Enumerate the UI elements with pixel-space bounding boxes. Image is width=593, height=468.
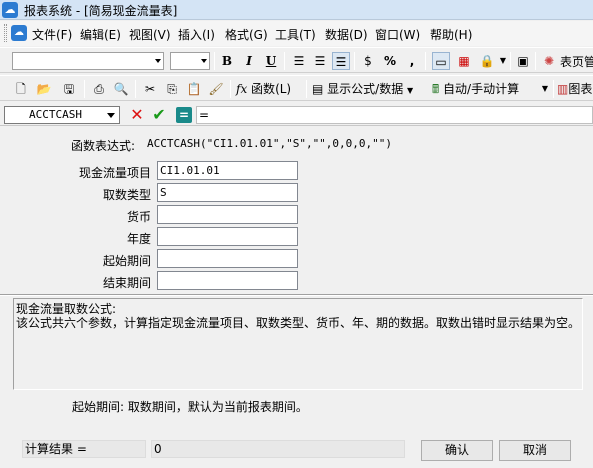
preview-icon[interactable]: ▣ (514, 52, 532, 70)
fill-color-icon[interactable]: ▦ (455, 52, 473, 70)
end-period-field[interactable] (157, 271, 298, 290)
page-icon[interactable]: ✺ (540, 52, 558, 70)
start-period-field[interactable] (157, 249, 298, 268)
cell-reference-value: ACCTCASH (29, 108, 82, 121)
year-field[interactable] (157, 227, 298, 246)
align-left-icon[interactable]: ☰ (290, 52, 308, 70)
function-shortcut: (L) (275, 82, 292, 96)
menu-view[interactable]: 视图(V) (129, 26, 171, 43)
menu-format[interactable]: 格式(G) (225, 26, 268, 43)
calculator-icon: 🖩 (432, 82, 440, 96)
cancel-x-icon[interactable]: ✕ (128, 106, 146, 124)
print-preview-icon[interactable]: 🔍 (112, 80, 130, 98)
result-value: 0 (151, 440, 405, 458)
fx-icon: fx (236, 82, 248, 96)
menu-insert[interactable]: 插入(I) (178, 26, 215, 43)
cut-icon[interactable]: ✂ (141, 80, 159, 98)
align-right-icon[interactable]: ☰ (332, 52, 350, 70)
open-folder-icon[interactable]: 📂 (35, 80, 53, 98)
copy-icon[interactable]: ⎘ (163, 80, 181, 98)
format-toolbar: B I U ☰ ☰ ☰ $ % , ▭ ▦ 🔒 ▼ ▣ ✺ 表页管 (0, 47, 593, 73)
currency-label: 货币 (126, 210, 151, 224)
ok-button[interactable]: 确认 (421, 440, 493, 461)
help-text: 该公式共六个参数，计算指定现金流量项目、取数类型、货币、年、期的数据。取数出错时… (16, 316, 581, 330)
function-dialog: 函数表达式: ACCTCASH("CI1.01.01","S","",0,0,0… (0, 126, 593, 468)
expression-value: ACCTCASH("CI1.01.01","S","",0,0,0,"") (147, 137, 393, 150)
expression-label: 函数表达式: (71, 139, 136, 153)
currency-icon[interactable]: $ (359, 52, 377, 70)
paste-icon[interactable]: 📋 (185, 80, 203, 98)
standard-toolbar: 🗋 📂 🖫 ⎙ 🔍 ✂ ⎘ 📋 🖌 fx 函数(L) ▤ 显示公式/数据 ▼ 🖩… (0, 75, 593, 101)
app-logo-icon: ☁ (2, 2, 18, 18)
doc-menu-icon[interactable]: ☁ (11, 25, 27, 41)
menu-grip (4, 24, 7, 42)
formula-view-icon: ▤ (312, 82, 324, 96)
new-file-icon[interactable]: 🗋 (12, 80, 30, 98)
title-bar: ☁ 报表系统 - [简易现金流量表] (0, 0, 593, 20)
page-manage-label[interactable]: 表页管 (560, 53, 593, 70)
comma-button[interactable]: , (403, 52, 421, 70)
format-painter-icon[interactable]: 🖌 (207, 80, 225, 98)
menu-window[interactable]: 窗口(W) (375, 26, 420, 43)
help-box: 现金流量取数公式: 该公式共六个参数，计算指定现金流量项目、取数类型、货币、年、… (13, 298, 583, 390)
menu-file[interactable]: 文件(F) (32, 26, 72, 43)
formula-input[interactable]: = (196, 106, 593, 124)
bold-button[interactable]: B (218, 52, 236, 70)
window-title: 报表系统 - [简易现金流量表] (24, 4, 178, 18)
chart-label: 图表 (568, 82, 593, 96)
formula-bar: ACCTCASH ✕ ✔ = = (0, 104, 593, 126)
calc-mode-button[interactable]: 🖩 自动/手动计算 (432, 80, 519, 98)
start-period-label: 起始期间 (102, 254, 151, 268)
equals-icon[interactable]: = (176, 107, 192, 123)
divider (0, 294, 593, 296)
menu-data[interactable]: 数据(D) (325, 26, 368, 43)
function-label: 函数 (251, 82, 276, 96)
chevron-down-icon (107, 113, 115, 118)
font-name-select[interactable] (12, 52, 164, 70)
print-icon[interactable]: ⎙ (90, 80, 108, 98)
year-label: 年度 (126, 232, 151, 246)
parameter-hint: 起始期间: 取数期间，默认为当前报表期间。 (72, 400, 308, 414)
fetch-type-field[interactable]: S (157, 183, 298, 202)
chevron-down-icon: ▼ (407, 86, 414, 95)
currency-field[interactable] (157, 205, 298, 224)
show-formula-button[interactable]: ▤ 显示公式/数据 ▼ (312, 80, 413, 98)
chevron-down-icon[interactable]: ▼ (536, 80, 554, 98)
help-title: 现金流量取数公式: (16, 302, 117, 316)
align-center-icon[interactable]: ☰ (311, 52, 329, 70)
percent-button[interactable]: % (381, 52, 399, 70)
underline-button[interactable]: U (262, 52, 280, 70)
menu-help[interactable]: 帮助(H) (430, 26, 472, 43)
chart-icon: ▥ (557, 82, 569, 96)
show-formula-label: 显示公式/数据 (327, 82, 404, 96)
save-icon[interactable]: 🖫 (60, 80, 78, 98)
italic-button[interactable]: I (240, 52, 258, 70)
fetch-type-label: 取数类型 (102, 188, 151, 202)
result-label: 计算结果 = (22, 440, 146, 458)
end-period-label: 结束期间 (102, 276, 151, 290)
menu-edit[interactable]: 编辑(E) (80, 26, 121, 43)
cashflow-item-label: 现金流量项目 (78, 166, 151, 180)
cashflow-item-field[interactable]: CI1.01.01 (157, 161, 298, 180)
cancel-button[interactable]: 取消 (499, 440, 571, 461)
border-icon[interactable]: ▭ (432, 52, 450, 70)
font-size-select[interactable] (170, 52, 210, 70)
menu-bar: ☁ 文件(F) 编辑(E) 视图(V) 插入(I) 格式(G) 工具(T) 数据… (0, 21, 593, 46)
cell-reference-select[interactable]: ACCTCASH (4, 106, 120, 124)
chart-button[interactable]: ▥图表 (557, 80, 592, 98)
function-button[interactable]: fx 函数(L) (236, 80, 291, 98)
chevron-down-icon (155, 59, 161, 63)
chevron-down-icon (201, 59, 207, 63)
confirm-check-icon[interactable]: ✔ (150, 106, 168, 124)
menu-tools[interactable]: 工具(T) (275, 26, 316, 43)
calc-mode-label: 自动/手动计算 (443, 82, 520, 96)
